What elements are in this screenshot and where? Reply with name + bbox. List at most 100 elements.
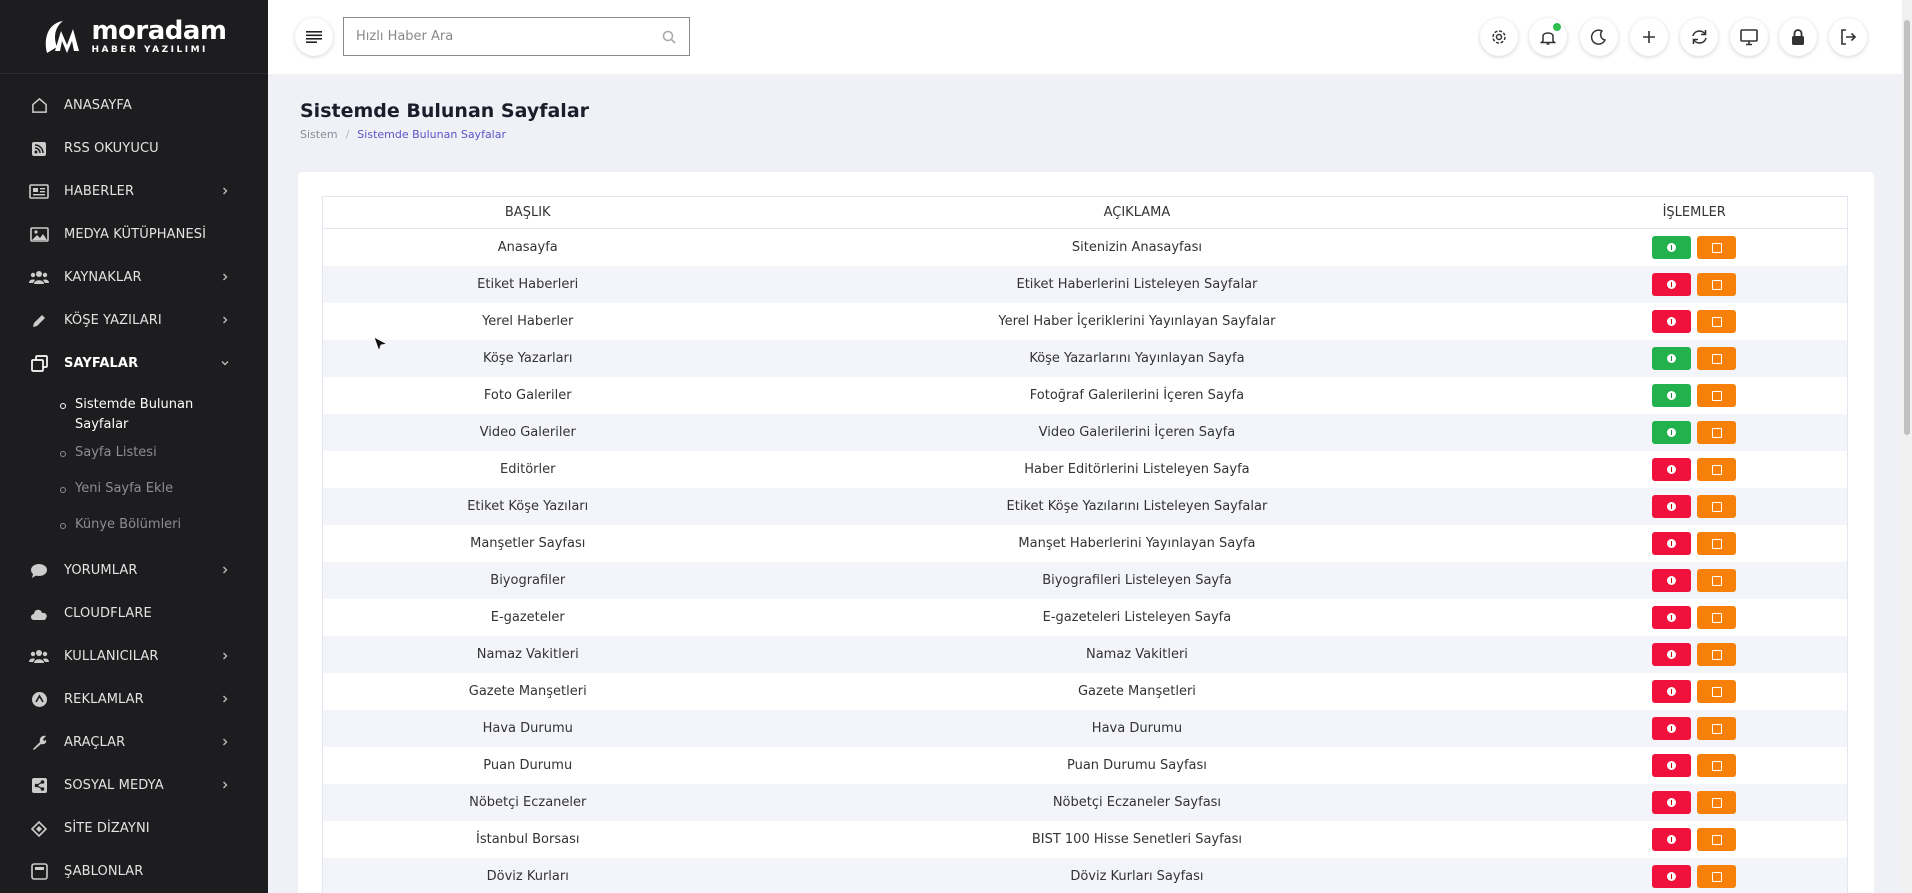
edit-button[interactable] — [1697, 828, 1737, 851]
refresh-icon — [1690, 28, 1709, 46]
sidebar-item-kaynaklar[interactable]: KAYNAKLAR — [0, 256, 268, 299]
settings-button[interactable] — [1480, 18, 1518, 56]
edit-button[interactable] — [1697, 865, 1737, 888]
status-info-button[interactable] — [1652, 421, 1692, 444]
edit-button[interactable] — [1697, 643, 1737, 666]
row-title: Video Galeriler — [479, 425, 576, 440]
sidebar-item-reklamlar[interactable]: REKLAMLAR — [0, 678, 268, 721]
status-info-button[interactable] — [1652, 717, 1692, 740]
brand-name: moradam — [91, 16, 227, 46]
table-header: BAŞLIK AÇIKLAMA İŞLEMLER — [323, 197, 1847, 229]
chevron-down-icon — [220, 357, 230, 371]
table-body: Anasayfa Sitenizin Anasayfası Etiket Haber… — [323, 229, 1847, 893]
row-description: Döviz Kurları Sayfası — [1070, 869, 1204, 884]
info-icon — [1667, 576, 1677, 585]
table-row: İstanbul Borsası BIST 100 Hisse Senetleri… — [323, 821, 1847, 858]
chevron-right-icon — [220, 693, 230, 707]
sidebar-item-haberler[interactable]: HABERLER — [0, 170, 268, 213]
edit-button[interactable] — [1697, 310, 1737, 333]
lock-button[interactable] — [1779, 18, 1817, 56]
sidebar-item-şablonlar[interactable]: ŞABLONLAR — [0, 850, 268, 893]
search-input[interactable] — [344, 18, 649, 55]
sidebar-item-medya-kütüphanesi-[interactable]: MEDYA KÜTÜPHANESİ — [0, 213, 268, 256]
submenu-item[interactable]: Sistemde Bulunan Sayfalar — [0, 387, 268, 435]
logout-icon — [1839, 28, 1857, 46]
bell-button[interactable] — [1529, 18, 1567, 56]
menu-toggle-button[interactable] — [295, 18, 333, 56]
sidebar-item-si-te-di-zayni[interactable]: SİTE DİZAYNI — [0, 807, 268, 850]
status-info-button[interactable] — [1652, 532, 1692, 555]
plus-icon — [1641, 29, 1657, 45]
pages-card: BAŞLIK AÇIKLAMA İŞLEMLER Anasayfa Siteniz… — [298, 172, 1874, 893]
status-info-button[interactable] — [1652, 606, 1692, 629]
sidebar-item-label: ANASAYFA — [64, 98, 132, 113]
status-info-button[interactable] — [1652, 458, 1692, 481]
submenu-item[interactable]: Yeni Sayfa Ekle — [0, 471, 268, 507]
logout-button[interactable] — [1829, 18, 1867, 56]
edit-button[interactable] — [1697, 569, 1737, 592]
breadcrumb-item-sistem[interactable]: Sistem — [300, 128, 338, 141]
row-actions — [1541, 421, 1847, 444]
status-info-button[interactable] — [1652, 828, 1692, 851]
breadcrumb-separator: / — [345, 128, 350, 141]
edit-icon — [1711, 686, 1722, 697]
status-info-button[interactable] — [1652, 273, 1692, 296]
sidebar-item-yorumlar[interactable]: YORUMLAR — [0, 549, 268, 592]
status-info-button[interactable] — [1652, 236, 1692, 259]
sidebar-item-label: KULLANICILAR — [64, 649, 159, 664]
table-row: Köşe Yazarları Köşe Yazarlarını Yayınlaya… — [323, 340, 1847, 377]
page-scrollbar[interactable] — [1902, 0, 1912, 893]
edit-button[interactable] — [1697, 384, 1737, 407]
logo[interactable]: moradam HABER YAZILIMI — [0, 0, 268, 74]
submenu-item[interactable]: Künye Bölümleri — [0, 507, 268, 543]
status-info-button[interactable] — [1652, 347, 1692, 370]
status-info-button[interactable] — [1652, 569, 1692, 592]
edit-icon — [1711, 464, 1722, 475]
sidebar-item-köşe-yazilari[interactable]: KÖŞE YAZILARI — [0, 299, 268, 342]
edit-button[interactable] — [1697, 421, 1737, 444]
edit-button[interactable] — [1697, 680, 1737, 703]
row-title: Yerel Haberler — [482, 314, 574, 329]
sidebar-item-anasayfa[interactable]: ANASAYFA — [0, 84, 268, 127]
comment-icon — [28, 562, 50, 580]
status-info-button[interactable] — [1652, 680, 1692, 703]
moon-button[interactable] — [1580, 18, 1618, 56]
status-info-button[interactable] — [1652, 643, 1692, 666]
edit-button[interactable] — [1697, 791, 1737, 814]
sidebar-item-cloudflare[interactable]: CLOUDFLARE — [0, 592, 268, 635]
status-info-button[interactable] — [1652, 754, 1692, 777]
edit-button[interactable] — [1697, 532, 1737, 555]
edit-button[interactable] — [1697, 347, 1737, 370]
search-icon[interactable] — [649, 30, 689, 44]
edit-button[interactable] — [1697, 606, 1737, 629]
sidebar-item-kullanicilar[interactable]: KULLANICILAR — [0, 635, 268, 678]
edit-button[interactable] — [1697, 458, 1737, 481]
edit-button[interactable] — [1697, 495, 1737, 518]
table-row: Puan Durumu Puan Durumu Sayfası — [323, 747, 1847, 784]
edit-button[interactable] — [1697, 717, 1737, 740]
row-title: Namaz Vakitleri — [476, 647, 579, 662]
sidebar-item-rss-okuyucu[interactable]: RSS OKUYUCU — [0, 127, 268, 170]
refresh-button[interactable] — [1680, 18, 1718, 56]
users-icon — [28, 648, 50, 666]
plus-button[interactable] — [1630, 18, 1668, 56]
scrollbar-thumb[interactable] — [1904, 20, 1910, 435]
status-info-button[interactable] — [1652, 791, 1692, 814]
sidebar-item-sayfalar[interactable]: SAYFALAR — [0, 342, 268, 385]
row-actions — [1541, 495, 1847, 518]
submenu-item[interactable]: Sayfa Listesi — [0, 435, 268, 471]
edit-button[interactable] — [1697, 754, 1737, 777]
status-info-button[interactable] — [1652, 384, 1692, 407]
monitor-button[interactable] — [1730, 18, 1768, 56]
status-info-button[interactable] — [1652, 495, 1692, 518]
status-info-button[interactable] — [1652, 865, 1692, 888]
table-row: Namaz Vakitleri Namaz Vakitleri — [323, 636, 1847, 673]
edit-button[interactable] — [1697, 273, 1737, 296]
status-info-button[interactable] — [1652, 310, 1692, 333]
sidebar-item-araçlar[interactable]: ARAÇLAR — [0, 721, 268, 764]
table-row: Döviz Kurları Döviz Kurları Sayfası — [323, 858, 1847, 893]
sidebar-item-sosyal-medya[interactable]: SOSYAL MEDYA — [0, 764, 268, 807]
info-icon — [1667, 761, 1677, 770]
row-actions — [1541, 643, 1847, 666]
edit-button[interactable] — [1697, 236, 1737, 259]
